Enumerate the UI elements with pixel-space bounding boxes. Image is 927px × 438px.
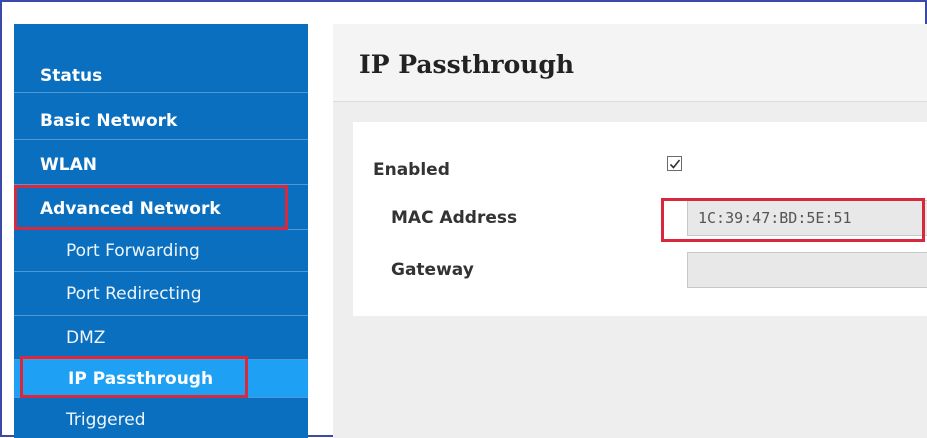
sidebar-item-label: Port Forwarding	[66, 240, 200, 261]
sidebar-item-dmz[interactable]: DMZ	[14, 316, 308, 360]
sidebar-item-label: IP Passthrough	[68, 368, 214, 389]
sidebar-nav: Status Basic Network WLAN Advanced Netwo…	[14, 24, 308, 438]
sidebar-item-label: Status	[40, 65, 103, 86]
enabled-label: Enabled	[373, 160, 450, 180]
gateway-label: Gateway	[391, 260, 474, 280]
sidebar-item-basic-network[interactable]: Basic Network	[14, 102, 308, 140]
sidebar-item-port-forwarding[interactable]: Port Forwarding	[14, 230, 308, 272]
sidebar-item-advanced-network[interactable]: Advanced Network	[14, 188, 308, 230]
sidebar-item-label: DMZ	[66, 327, 106, 348]
sidebar-item-triggered[interactable]: Triggered	[14, 401, 308, 438]
gateway-field[interactable]	[687, 252, 927, 288]
sidebar-item-label: Basic Network	[40, 110, 178, 131]
mac-address-label: MAC Address	[391, 208, 518, 228]
sidebar-item-status[interactable]: Status	[14, 59, 308, 93]
page-header: IP Passthrough	[333, 24, 927, 102]
mac-address-field[interactable]: 1C:39:47:BD:5E:51	[687, 200, 927, 236]
settings-panel: Enabled MAC Address 1C:39:47:BD:5E:51 Ga…	[353, 122, 927, 316]
sidebar-item-label: WLAN	[40, 154, 97, 175]
sidebar-item-label: Port Redirecting	[66, 283, 202, 304]
main-content: IP Passthrough Enabled MAC Address 1C:39…	[333, 24, 927, 438]
sidebar-item-ip-passthrough[interactable]: IP Passthrough	[14, 360, 308, 398]
sidebar-item-label: Advanced Network	[40, 198, 221, 219]
page-title: IP Passthrough	[359, 50, 575, 79]
sidebar-item-label: Triggered	[66, 409, 146, 430]
enabled-checkbox[interactable]	[667, 156, 682, 171]
checkmark-icon	[669, 159, 681, 169]
sidebar-item-wlan[interactable]: WLAN	[14, 145, 308, 185]
sidebar-item-port-redirecting[interactable]: Port Redirecting	[14, 272, 308, 316]
